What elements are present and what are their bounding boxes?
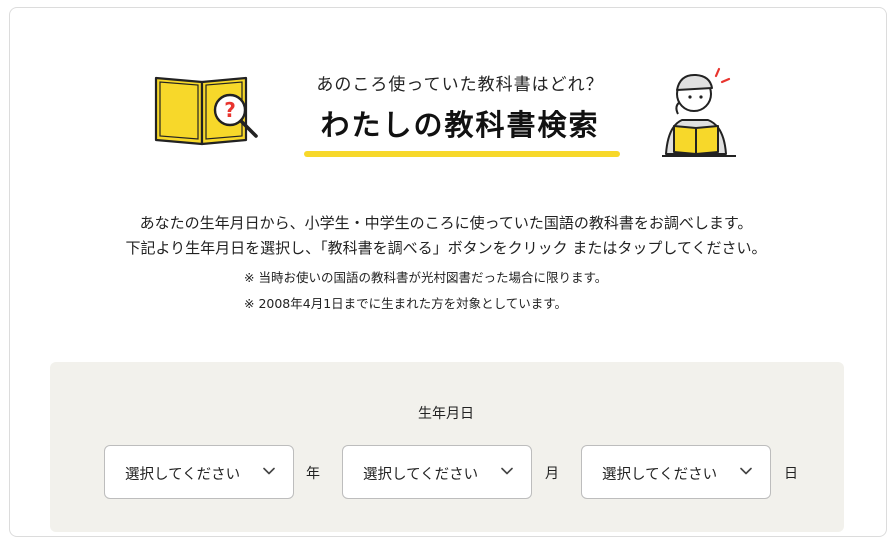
chevron-down-icon (263, 467, 275, 475)
description-line-1: あなたの生年月日から、小学生・中学生のころに使っていた国語の教科書をお調べします… (139, 214, 753, 232)
title-underline (304, 151, 620, 157)
month-select[interactable]: 選択してください (342, 445, 532, 499)
svg-text:?: ? (224, 98, 236, 122)
description-line-2: 下記より生年月日を選択し、「教科書を調べる」ボタンをクリック またはタップしてく… (125, 239, 767, 257)
year-select[interactable]: 選択してください (104, 445, 294, 499)
chevron-down-icon (740, 467, 752, 475)
day-unit: 日 (784, 466, 798, 482)
day-select-value: 選択してください (602, 467, 718, 483)
birthdate-label: 生年月日 (418, 406, 474, 422)
day-select[interactable]: 選択してください (581, 445, 771, 499)
year-select-value: 選択してください (125, 467, 241, 483)
month-select-value: 選択してください (363, 467, 479, 483)
chevron-down-icon (501, 467, 513, 475)
page-title: わたしの教科書検索 (320, 108, 600, 142)
year-unit: 年 (306, 466, 320, 482)
header-subtitle: あのころ使っていた教科書はどれ？ (316, 75, 604, 95)
open-book-magnifier-icon: ? (154, 76, 258, 146)
month-unit: 月 (545, 466, 559, 482)
person-reading-icon (662, 67, 736, 157)
header: ? あのころ使っていた教科書はどれ？ わたしの教科書検索 (0, 0, 892, 170)
note-birthdate-limit: ※ 2008年4月1日までに生まれた方を対象としています。 (244, 296, 568, 311)
note-publisher: ※ 当時お使いの国語の教科書が光村図書だった場合に限ります。 (244, 270, 608, 285)
